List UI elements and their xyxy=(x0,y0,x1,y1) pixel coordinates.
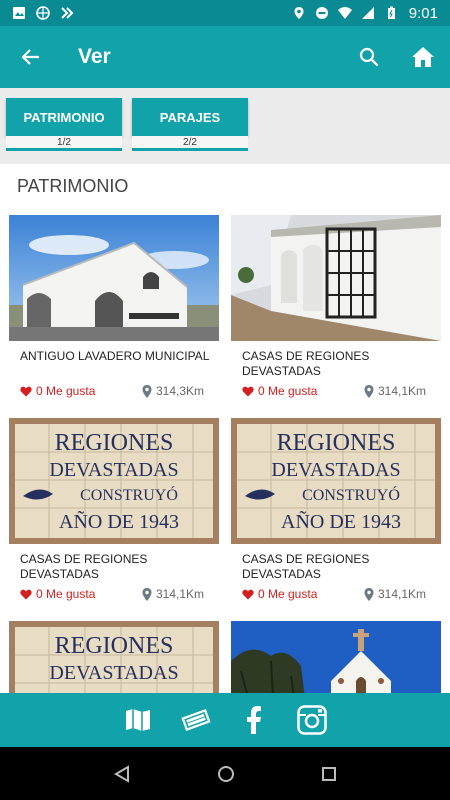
location-pin-icon xyxy=(364,384,374,398)
place-card[interactable]: REGIONES DEVASTADAS CONSTRUYÓ AÑO DE 194… xyxy=(9,418,219,601)
home-icon xyxy=(412,47,434,67)
place-card[interactable]: REGIONES DEVASTADAS CONSTRUYÓ AÑO DE 194… xyxy=(231,418,441,601)
distance-value: 314,1Km xyxy=(378,587,427,601)
arrow-back-icon xyxy=(21,49,39,65)
do-not-disturb-icon xyxy=(315,7,328,19)
tile-sign-photo[interactable]: REGIONES DEVASTADAS CONSTRUYÓ AÑO DE 194… xyxy=(231,418,441,544)
page-title: Ver xyxy=(78,45,111,68)
tile-text: AÑO DE 1943 xyxy=(59,509,179,533)
place-card[interactable]: REGIONES DEVASTADAS xyxy=(9,621,219,693)
tile-text: CONSTRUYÓ xyxy=(80,485,178,504)
distance: 314,1Km xyxy=(364,587,426,601)
nav-recents-icon[interactable] xyxy=(321,766,337,782)
status-time: 9:01 xyxy=(408,4,438,22)
content-list: PATRIMONIO ANTIGUO LAVADERO MUNICIPAL 0 … xyxy=(0,164,450,693)
section-title: PATRIMONIO xyxy=(17,176,129,196)
like-count: 0 Me gusta xyxy=(36,587,96,601)
instagram-button[interactable] xyxy=(296,704,328,736)
heart-icon xyxy=(242,386,254,396)
tile-text: DEVASTADAS xyxy=(271,459,400,481)
like-button[interactable]: 0 Me gusta xyxy=(20,587,142,601)
location-status-icon xyxy=(294,7,304,19)
app-bar: Ver xyxy=(0,26,450,88)
signal-icon xyxy=(361,7,374,19)
tile-text: AÑO DE 1943 xyxy=(281,509,401,533)
distance: 314,3Km xyxy=(142,384,204,398)
card-title: CASAS DE REGIONES DEVASTADAS xyxy=(20,552,148,581)
like-count: 0 Me gusta xyxy=(258,587,318,601)
tickets-icon xyxy=(181,708,211,732)
tile-text: DEVASTADAS xyxy=(49,662,178,684)
tile-text: DEVASTADAS xyxy=(49,459,178,481)
heart-icon xyxy=(20,386,32,396)
card-title: CASAS DE REGIONES DEVASTADAS xyxy=(242,552,370,581)
tab-patrimonio-label[interactable]: PATRIMONIO xyxy=(6,98,122,136)
like-button[interactable]: 0 Me gusta xyxy=(20,384,142,398)
tab-parajes[interactable]: PARAJES 2/2 xyxy=(132,98,248,154)
status-bar: 9:01 xyxy=(0,0,450,26)
tile-text: REGIONES xyxy=(55,633,174,659)
tile-text: REGIONES xyxy=(277,430,396,456)
distance-value: 314,1Km xyxy=(156,587,205,601)
instagram-icon xyxy=(297,705,327,735)
tab-parajes-count: 2/2 xyxy=(132,136,248,151)
back-button[interactable] xyxy=(0,26,62,88)
like-button[interactable]: 0 Me gusta xyxy=(242,384,364,398)
social-bar xyxy=(0,693,450,747)
like-count: 0 Me gusta xyxy=(258,384,318,398)
building-photo[interactable] xyxy=(9,215,219,341)
distance-value: 314,3Km xyxy=(156,384,205,398)
like-button[interactable]: 0 Me gusta xyxy=(242,587,364,601)
map-icon xyxy=(126,709,150,731)
chapel-photo[interactable] xyxy=(231,621,441,693)
tile-text: CONSTRUYÓ xyxy=(302,485,400,504)
location-pin-icon xyxy=(142,587,152,601)
home-button[interactable] xyxy=(406,40,440,74)
image-notification-icon xyxy=(13,7,25,19)
facebook-icon xyxy=(247,706,261,734)
place-card[interactable]: ANTIGUO LAVADERO MUNICIPAL 0 Me gusta 31… xyxy=(9,215,219,398)
tickets-button[interactable] xyxy=(180,704,212,736)
like-count: 0 Me gusta xyxy=(36,384,96,398)
nav-back-icon[interactable] xyxy=(113,764,131,783)
card-title: CASAS DE REGIONES DEVASTADAS xyxy=(242,349,370,378)
system-nav-bar xyxy=(0,747,450,800)
place-card[interactable]: CASAS DE REGIONES DEVASTADAS 0 Me gusta … xyxy=(231,215,441,398)
distance-value: 314,1Km xyxy=(378,384,427,398)
search-icon xyxy=(359,47,379,67)
globe-notification-icon xyxy=(36,6,50,20)
distance: 314,1Km xyxy=(142,587,204,601)
tab-patrimonio[interactable]: PATRIMONIO 1/2 xyxy=(6,98,122,154)
place-card[interactable] xyxy=(231,621,441,693)
location-pin-icon xyxy=(142,384,152,398)
app-notification-icon xyxy=(61,7,74,19)
wifi-icon xyxy=(337,7,352,19)
heart-icon xyxy=(20,589,32,599)
heart-icon xyxy=(242,589,254,599)
tile-sign-photo[interactable]: REGIONES DEVASTADAS xyxy=(9,621,219,693)
street-photo[interactable] xyxy=(231,215,441,341)
nav-home-icon[interactable] xyxy=(217,765,235,783)
tile-text: REGIONES xyxy=(55,430,174,456)
category-tabs: PATRIMONIO 1/2 PARAJES 2/2 xyxy=(0,88,450,164)
tab-parajes-label[interactable]: PARAJES xyxy=(132,98,248,136)
distance: 314,1Km xyxy=(364,384,426,398)
search-button[interactable] xyxy=(352,40,386,74)
map-button[interactable] xyxy=(122,704,154,736)
facebook-button[interactable] xyxy=(238,704,270,736)
tile-sign-photo[interactable]: REGIONES DEVASTADAS CONSTRUYÓ AÑO DE 194… xyxy=(9,418,219,544)
location-pin-icon xyxy=(364,587,374,601)
card-title: ANTIGUO LAVADERO MUNICIPAL xyxy=(20,349,210,363)
battery-icon xyxy=(387,6,395,19)
tab-patrimonio-count: 1/2 xyxy=(6,136,122,151)
